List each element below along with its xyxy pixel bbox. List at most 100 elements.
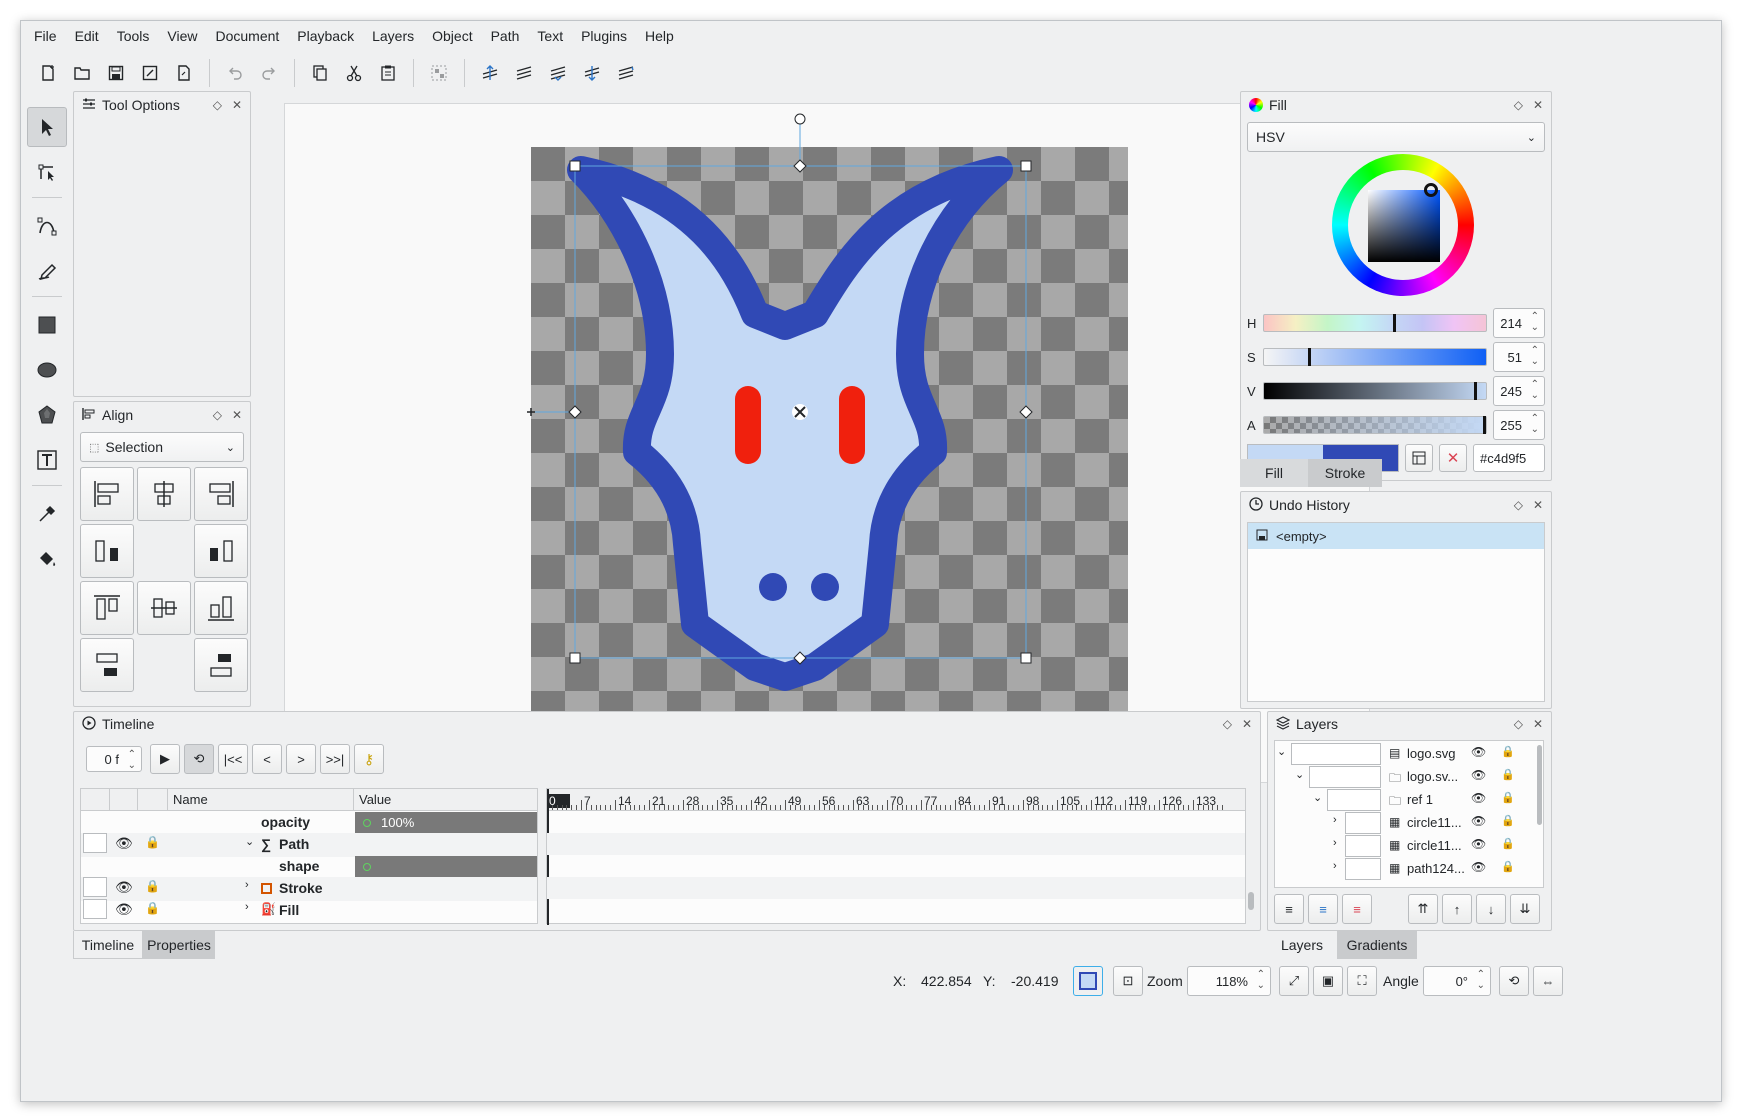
distribute-right-button[interactable]: [194, 524, 248, 578]
lock-icon[interactable]: 🔒: [145, 879, 160, 893]
align-left-button[interactable]: [80, 467, 134, 521]
property-value-opacity[interactable]: 100%: [355, 812, 537, 833]
layer-row[interactable]: › ▦ path124... 👁 🔒: [1275, 856, 1543, 882]
menu-layers[interactable]: Layers: [363, 21, 423, 51]
h-slider[interactable]: [1263, 314, 1487, 332]
right-eye[interactable]: [839, 386, 865, 464]
freehand-tool[interactable]: [27, 251, 67, 291]
tab-properties[interactable]: Properties: [143, 931, 215, 959]
hue-ring[interactable]: [1332, 154, 1474, 296]
previous-frame-button[interactable]: <: [252, 744, 282, 774]
color-tag[interactable]: [1345, 812, 1381, 834]
eye-icon[interactable]: 👁: [1471, 791, 1486, 805]
center-handle[interactable]: [792, 404, 808, 420]
angle-spinbox[interactable]: 0°: [1423, 966, 1491, 996]
align-relative-select[interactable]: ⬚ Selection ⌄: [80, 432, 244, 462]
lower-layer-bottom-button[interactable]: ⇊: [1510, 894, 1540, 924]
left-nostril[interactable]: [759, 573, 787, 601]
color-tag[interactable]: [1345, 858, 1381, 880]
eye-icon[interactable]: 👁: [115, 879, 133, 896]
float-icon[interactable]: ◇: [1223, 717, 1232, 731]
slider-knob[interactable]: [1307, 348, 1311, 366]
align-top-button[interactable]: [80, 581, 134, 635]
align-center-vertical-button[interactable]: [137, 581, 191, 635]
edit-nodes-tool[interactable]: [27, 152, 67, 192]
color-indicator[interactable]: [1073, 966, 1103, 996]
float-icon[interactable]: ◇: [213, 408, 222, 422]
menu-tools[interactable]: Tools: [108, 21, 159, 51]
menu-object[interactable]: Object: [423, 21, 481, 51]
raise-icon[interactable]: [509, 58, 539, 88]
close-icon[interactable]: ✕: [1533, 498, 1543, 512]
distribute-top-button[interactable]: [80, 638, 134, 692]
chevron-down-icon[interactable]: ⌄: [245, 835, 254, 848]
delete-layer-button[interactable]: ≡: [1342, 894, 1372, 924]
zoom-spinbox[interactable]: 118%: [1187, 966, 1271, 996]
menu-file[interactable]: File: [25, 21, 66, 51]
right-nostril[interactable]: [811, 573, 839, 601]
menu-view[interactable]: View: [158, 21, 206, 51]
handle-bottom-left[interactable]: [569, 652, 581, 664]
s-slider[interactable]: [1263, 348, 1487, 366]
playhead[interactable]: [547, 789, 549, 925]
copy-icon[interactable]: [305, 58, 335, 88]
canvas-area[interactable]: [284, 103, 1370, 783]
lower-layer-button[interactable]: ↓: [1476, 894, 1506, 924]
slider-knob[interactable]: [1393, 314, 1397, 332]
redo-icon[interactable]: [254, 58, 284, 88]
zoom-fit-icon[interactable]: ⊡: [1113, 966, 1143, 996]
property-row-path[interactable]: 👁 🔒 ⌄ ∑ Path: [81, 833, 537, 857]
lock-icon[interactable]: 🔒: [1501, 860, 1515, 873]
distribute-left-button[interactable]: [80, 524, 134, 578]
flip-icon[interactable]: [611, 58, 641, 88]
open-file-icon[interactable]: [67, 58, 97, 88]
color-tag[interactable]: [1309, 766, 1381, 788]
color-tag[interactable]: [1291, 743, 1381, 765]
cut-icon[interactable]: [339, 58, 369, 88]
flip-view-icon[interactable]: ⇔: [1533, 966, 1563, 996]
lock-icon[interactable]: 🔒: [1501, 814, 1515, 827]
frame-spinbox[interactable]: 0 f: [86, 746, 142, 772]
handle-top-left[interactable]: [569, 160, 581, 172]
canvas[interactable]: [285, 104, 1371, 784]
slider-knob[interactable]: [1474, 382, 1478, 400]
duplicate-layer-button[interactable]: ≡: [1308, 894, 1338, 924]
menu-text[interactable]: Text: [528, 21, 572, 51]
chevron-down-icon[interactable]: ⌄: [1295, 768, 1304, 781]
chevron-right-icon[interactable]: ›: [1333, 860, 1337, 872]
first-frame-button[interactable]: |<<: [218, 744, 248, 774]
slider-knob[interactable]: [1483, 416, 1486, 434]
eye-icon[interactable]: 👁: [115, 901, 133, 918]
record-keyframe-button[interactable]: ⚷: [354, 744, 384, 774]
zoom-page-icon[interactable]: ▣: [1313, 966, 1343, 996]
undo-history-item[interactable]: <empty>: [1248, 523, 1544, 549]
tab-fill[interactable]: Fill: [1240, 459, 1308, 487]
add-layer-button[interactable]: ≡: [1274, 894, 1304, 924]
menu-playback[interactable]: Playback: [288, 21, 363, 51]
color-tag[interactable]: [83, 833, 107, 853]
a-slider[interactable]: [1263, 416, 1487, 434]
property-row-stroke[interactable]: 👁 🔒 › Stroke: [81, 877, 537, 901]
raise-layer-button[interactable]: ↑: [1442, 894, 1472, 924]
align-center-horizontal-button[interactable]: [137, 467, 191, 521]
close-icon[interactable]: ✕: [1533, 717, 1543, 731]
zoom-drawing-icon[interactable]: ⛶: [1347, 966, 1377, 996]
clear-color-button[interactable]: ✕: [1439, 444, 1467, 472]
property-row-shape[interactable]: shape: [81, 855, 537, 879]
lock-icon[interactable]: 🔒: [145, 835, 160, 849]
chevron-down-icon[interactable]: ⌄: [1277, 745, 1286, 758]
close-icon[interactable]: ✕: [232, 408, 242, 422]
handle-bottom-right[interactable]: [1020, 652, 1032, 664]
raise-layer-top-button[interactable]: ⇈: [1408, 894, 1438, 924]
property-value-shape[interactable]: [355, 856, 537, 877]
saturation-value-square[interactable]: [1368, 190, 1440, 262]
tab-timeline[interactable]: Timeline: [73, 931, 143, 959]
eye-icon[interactable]: 👁: [1471, 837, 1486, 851]
color-tag[interactable]: [83, 877, 107, 897]
v-spinbox[interactable]: 245: [1493, 376, 1545, 406]
raise-to-top-icon[interactable]: [475, 58, 505, 88]
tab-gradients[interactable]: Gradients: [1337, 931, 1417, 959]
color-tag[interactable]: [83, 899, 107, 919]
frame-ruler[interactable]: 0 7 14 21 28 35 42 49 56 63 70 77 84 91 98 105 112 119 126…: [547, 789, 1245, 811]
draw-bezier-tool[interactable]: [27, 206, 67, 246]
